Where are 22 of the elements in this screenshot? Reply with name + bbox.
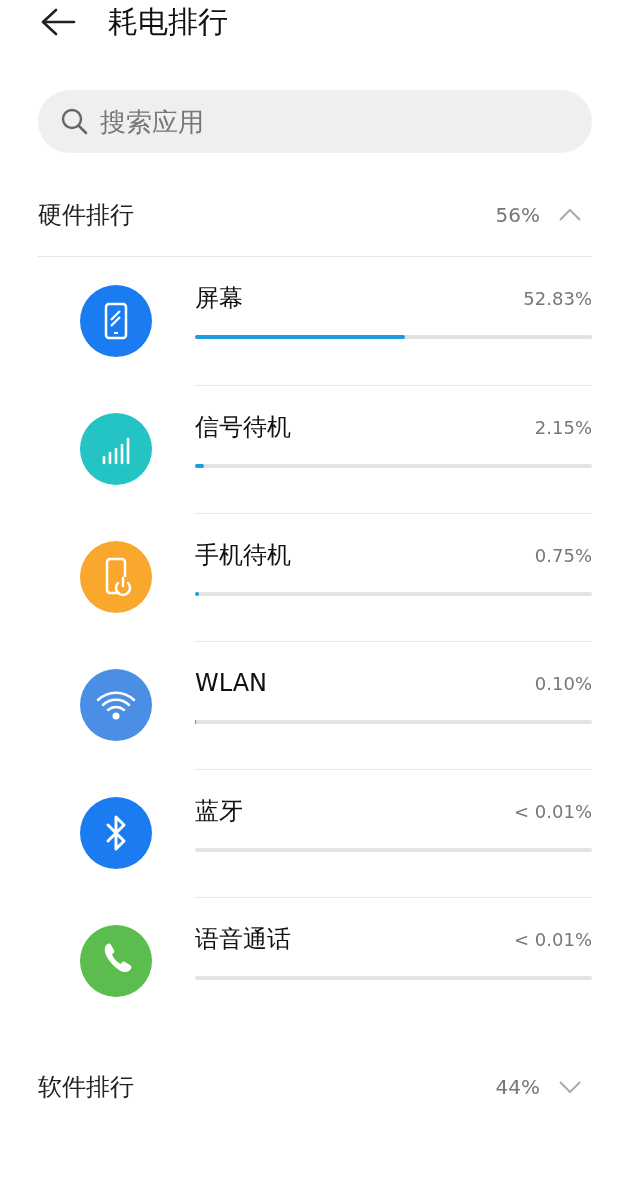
usage-percent: < 0.01% — [514, 800, 592, 822]
usage-percent: 2.15% — [534, 416, 592, 438]
usage-name: 屏幕 — [195, 283, 243, 314]
chevron-up-icon[interactable] — [558, 207, 582, 222]
section-title: 软件排行 — [38, 1072, 135, 1103]
usage-percent: < 0.01% — [514, 928, 592, 950]
search-field[interactable]: 搜索应用 — [38, 90, 592, 153]
usage-name: 蓝牙 — [195, 796, 243, 827]
usage-name: 语音通话 — [195, 924, 291, 955]
section-title: 硬件排行 — [38, 199, 135, 231]
search-icon — [60, 107, 88, 135]
chevron-down-icon[interactable] — [558, 1080, 582, 1094]
usage-percent: 0.10% — [534, 672, 592, 694]
usage-percent: 52.83% — [523, 287, 592, 309]
section-percent: 44% — [495, 1075, 540, 1099]
usage-name: 手机待机 — [195, 540, 291, 571]
page-title: 耗电排行 — [108, 2, 228, 41]
back-icon[interactable] — [40, 7, 76, 37]
usage-name: WLAN — [195, 669, 268, 697]
section-percent: 56% — [495, 202, 540, 227]
usage-percent: 0.75% — [534, 544, 592, 566]
usage-name: 信号待机 — [195, 412, 291, 443]
